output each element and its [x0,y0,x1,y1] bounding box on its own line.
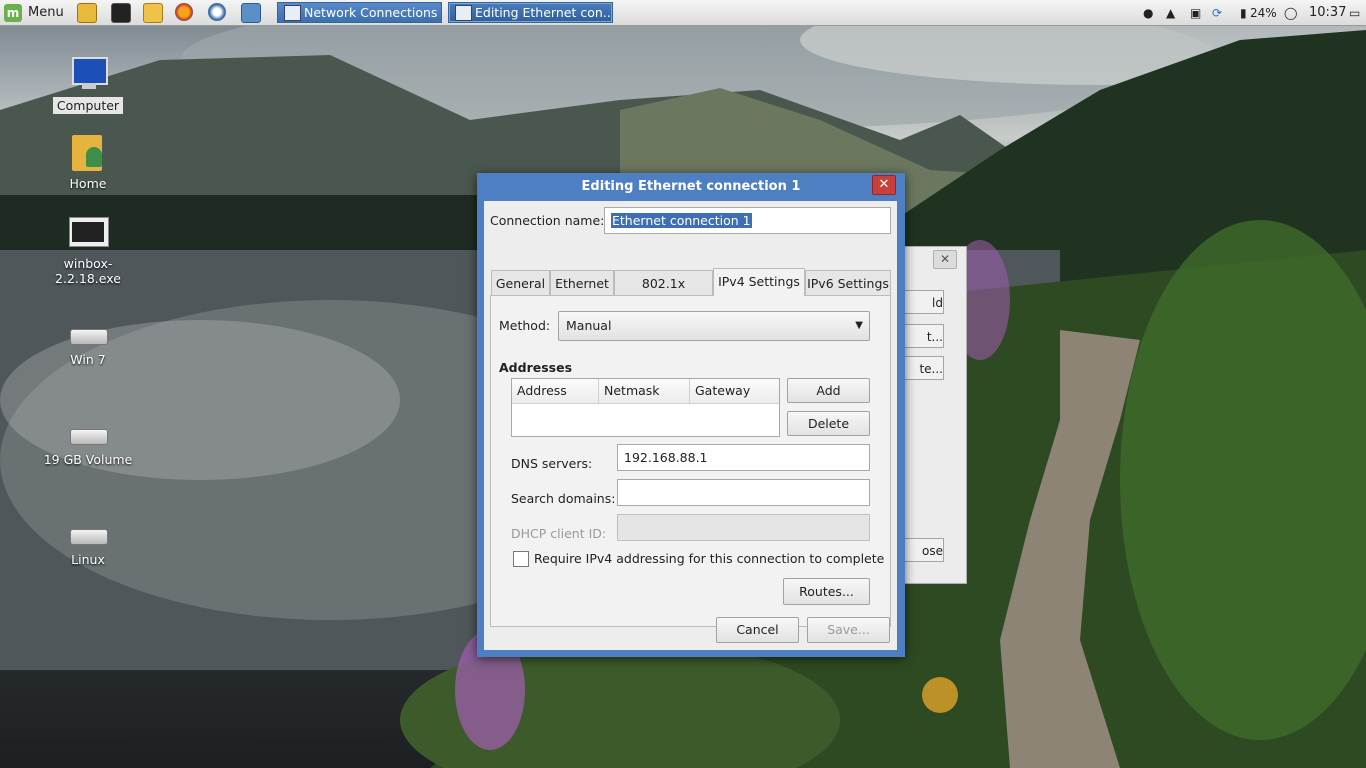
network-connections-window: ✕ ld t... te... ose [904,246,967,584]
button-label: ose [922,544,943,558]
desktop-icon-label: Win 7 [70,352,106,367]
drive-icon [68,323,108,349]
dialog-body: Connection name: Ethernet connection 1 G… [484,201,897,650]
dropdown-arrow-icon: ▼ [855,320,863,331]
require-ipv4-checkbox[interactable] [513,551,529,567]
firefox-launcher-icon[interactable] [175,3,193,21]
tab-label: General [495,276,546,291]
connection-name-input[interactable]: Ethernet connection 1 [604,207,891,234]
drive-icon [68,523,108,549]
network-tray-icon[interactable]: ▣ [1190,0,1201,25]
button-label: Routes... [799,584,854,599]
menu-button[interactable]: m Menu [4,0,64,25]
button-label: te... [919,362,943,376]
network-icon [455,5,472,21]
column-header-gateway[interactable]: Gateway [690,379,779,403]
tab-general[interactable]: General [491,270,550,296]
tab-ipv6-settings[interactable]: IPv6 Settings [805,270,891,296]
tab-label: Ethernet [555,276,609,291]
close-window-button[interactable]: ose [905,538,944,562]
add-address-button[interactable]: Add [787,378,870,403]
connection-name-value: Ethernet connection 1 [611,213,752,228]
desktop-icon-win7[interactable]: Win 7 [38,323,138,368]
taskbar: m Menu Network Connections Editing Ether… [0,0,1366,26]
button-label: Add [816,383,841,398]
close-icon[interactable]: ✕ [933,250,957,269]
addresses-heading: Addresses [499,360,573,375]
search-domains-label: Search domains: [511,491,616,506]
close-icon[interactable]: ✕ [872,175,896,195]
desktop-icon-label: 19 GB Volume [43,452,133,467]
computer-icon [68,55,108,95]
routes-button[interactable]: Routes... [783,578,870,605]
home-folder-launcher-icon[interactable] [143,3,163,23]
tab-label: IPv4 Settings [718,274,800,289]
cancel-button[interactable]: Cancel [716,617,799,643]
file-manager-launcher-icon[interactable] [77,3,97,23]
shield-icon[interactable]: ◯ [1284,0,1297,25]
terminal-launcher-icon[interactable] [111,3,131,23]
edit-connection-dialog: Editing Ethernet connection 1 ✕ Connecti… [477,173,905,657]
button-label: Delete [807,416,850,431]
dhcp-client-id-input[interactable] [617,514,870,541]
home-folder-icon [68,133,108,173]
method-label: Method: [499,318,551,333]
dialog-title: Editing Ethernet connection 1 [581,179,801,194]
desktop-icon-linux[interactable]: Linux [38,523,138,568]
clock[interactable]: 10:37 [1309,0,1346,25]
delete-address-button[interactable]: Delete [787,411,870,436]
require-ipv4-label[interactable]: Require IPv4 addressing for this connect… [534,551,884,566]
addresses-table-header: Address Netmask Gateway [512,379,779,404]
delete-connection-button[interactable]: te... [905,356,944,380]
desktop-icon-winbox[interactable]: winbox-2.2.18.exe [38,213,138,287]
desktop-icon-label: Linux [71,552,105,567]
sync-icon[interactable]: ⟳ [1212,0,1222,25]
show-desktop-launcher-icon[interactable] [241,3,261,23]
button-label: t... [926,330,943,344]
desktop-icon-label: Computer [52,97,124,114]
menu-label: Menu [28,5,64,20]
method-select[interactable]: Manual ▼ [558,311,870,341]
battery-percent: 24% [1250,5,1277,20]
network-icon [284,5,301,21]
edit-connection-button[interactable]: t... [905,324,944,348]
desktop-icon-label: winbox-2.2.18.exe [55,256,121,286]
save-button[interactable]: Save... [807,617,890,643]
mint-logo-icon: m [4,3,22,22]
button-label: Save... [827,622,870,637]
chrome-launcher-icon[interactable] [208,3,226,21]
dns-servers-input[interactable]: 192.168.88.1 [617,444,870,471]
search-domains-input[interactable] [617,479,870,506]
task-editing-ethernet[interactable]: Editing Ethernet con... [448,2,613,23]
task-network-connections[interactable]: Network Connections [277,2,442,23]
tab-ethernet[interactable]: Ethernet [550,270,614,296]
connection-name-label: Connection name: [490,213,605,228]
user-icon[interactable]: ● [1143,0,1153,25]
ipv4-settings-panel: Method: Manual ▼ Addresses Address Netma… [490,295,891,627]
exe-file-icon [68,213,109,253]
drive-icon [68,423,108,449]
chat-icon[interactable]: ▭ [1349,0,1360,25]
eject-icon[interactable]: ▲ [1166,0,1175,25]
dns-servers-value: 192.168.88.1 [624,450,708,465]
task-label: Network Connections [304,5,438,20]
desktop-icon-19gb-volume[interactable]: 19 GB Volume [38,423,138,468]
button-label: Cancel [736,622,779,637]
addresses-table[interactable]: Address Netmask Gateway [511,378,780,437]
battery-icon[interactable]: ▮ [1240,0,1247,25]
desktop-icon-home[interactable]: Home [38,133,138,192]
column-header-netmask[interactable]: Netmask [599,379,690,403]
tab-8021x-security[interactable]: 802.1x Security [614,270,713,317]
tab-label: IPv6 Settings [807,276,889,291]
dns-servers-label: DNS servers: [511,456,593,471]
dhcp-client-id-label: DHCP client ID: [511,526,607,541]
desktop-icon-label: Home [69,176,107,191]
column-header-address[interactable]: Address [512,379,599,403]
desktop-icon-computer[interactable]: Computer [38,55,138,114]
add-connection-button[interactable]: ld [905,290,944,314]
button-label: ld [932,296,943,310]
tab-ipv4-settings[interactable]: IPv4 Settings [713,268,805,296]
task-label: Editing Ethernet con... [475,5,613,20]
method-value: Manual [566,318,612,333]
